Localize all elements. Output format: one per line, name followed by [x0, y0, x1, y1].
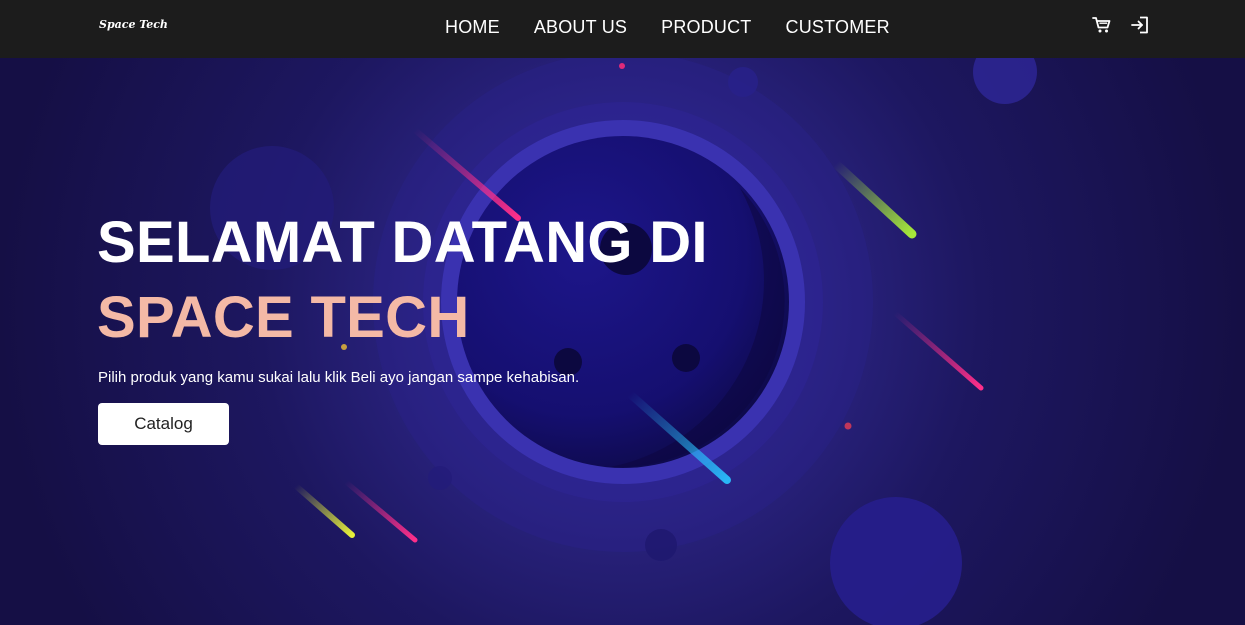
login-icon[interactable] [1130, 15, 1150, 35]
catalog-button[interactable]: Catalog [98, 403, 229, 445]
hero-subtitle: SPACE TECH [97, 285, 470, 350]
nav-link-home[interactable]: HOME [445, 15, 500, 39]
hero-section: SELAMAT DATANG DI SPACE TECH Pilih produ… [0, 58, 1245, 625]
nav-link-customer[interactable]: CUSTOMER [786, 15, 890, 39]
navbar: Space Tech HOME ABOUT US PRODUCT CUSTOME… [0, 0, 1245, 58]
cart-icon[interactable] [1092, 15, 1112, 35]
hero-title: SELAMAT DATANG DI [97, 210, 708, 275]
brand-logo[interactable]: Space Tech [99, 18, 168, 31]
nav-links: HOME ABOUT US PRODUCT CUSTOMER [445, 15, 890, 39]
nav-icons [1092, 15, 1150, 35]
nav-link-about-us[interactable]: ABOUT US [534, 15, 627, 39]
hero-description: Pilih produk yang kamu sukai lalu klik B… [98, 369, 580, 386]
nav-link-product[interactable]: PRODUCT [661, 15, 751, 39]
